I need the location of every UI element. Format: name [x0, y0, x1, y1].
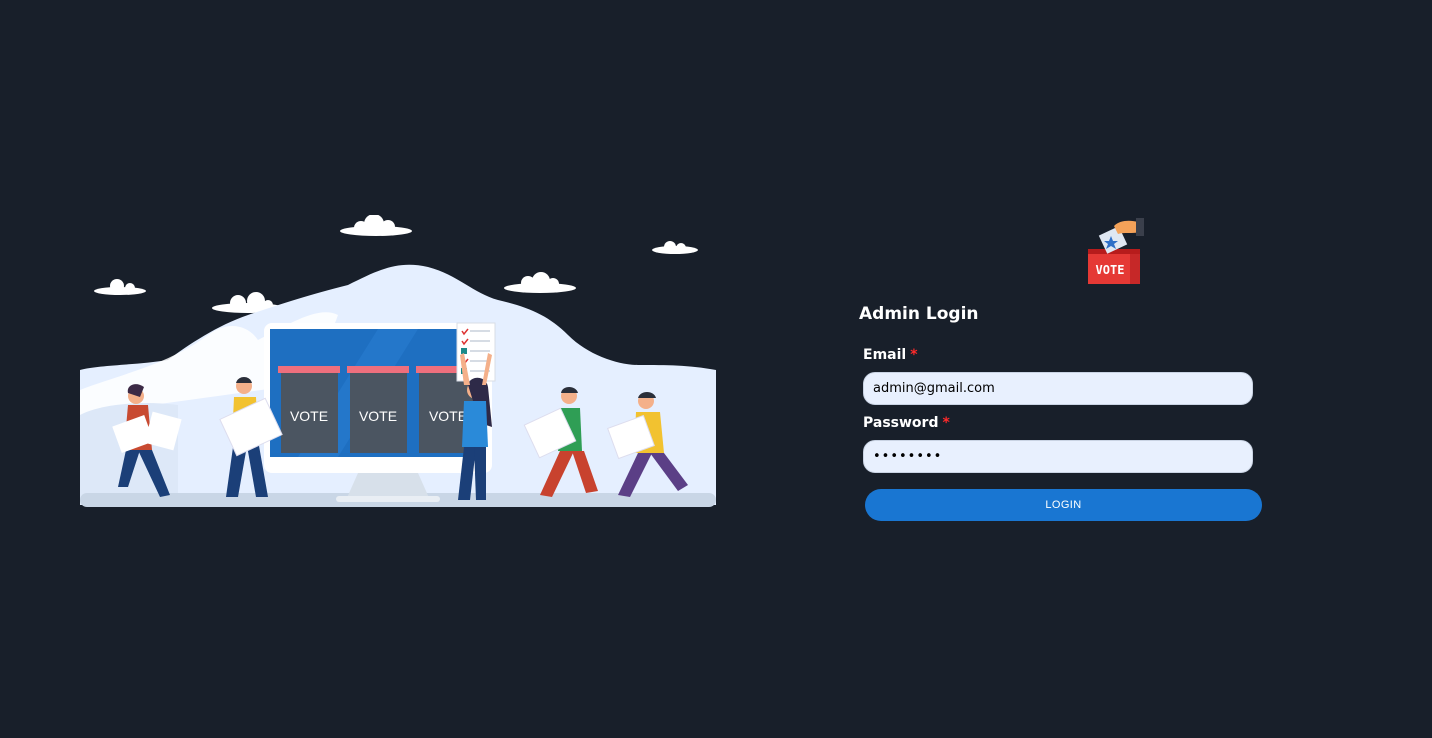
page-title: Admin Login [859, 304, 979, 324]
password-label: Password * [863, 415, 950, 431]
vote-booth-label: VOTE [429, 408, 467, 424]
vote-booth-2: VOTE [347, 366, 409, 453]
password-input[interactable] [863, 440, 1253, 473]
required-marker: * [910, 347, 918, 363]
vote-booth-label: VOTE [290, 408, 328, 424]
logo-text: VOTE [1096, 263, 1125, 277]
password-label-text: Password [863, 415, 939, 431]
email-label: Email * [863, 347, 918, 363]
login-page: VOTE VOTE VOTE VOTE Admin Login Email * … [0, 0, 1432, 738]
required-marker: * [942, 415, 950, 431]
voting-illustration: VOTE VOTE VOTE [80, 215, 716, 507]
vote-box-logo-icon: VOTE [1088, 218, 1144, 284]
vote-booth-1: VOTE [278, 366, 340, 453]
email-label-text: Email [863, 347, 907, 363]
vote-booth-label: VOTE [359, 408, 397, 424]
email-input[interactable] [863, 372, 1253, 405]
login-button[interactable]: LOGIN [865, 489, 1262, 521]
